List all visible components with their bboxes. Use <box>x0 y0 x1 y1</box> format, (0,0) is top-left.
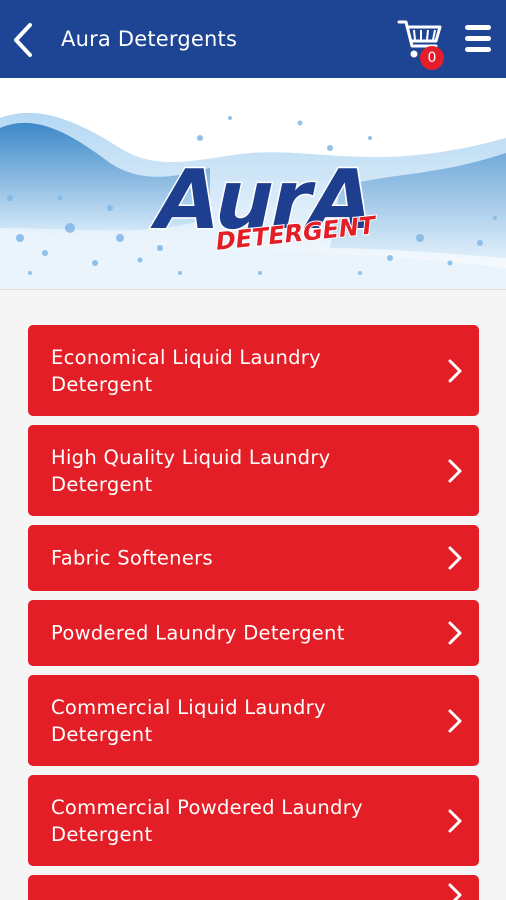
category-button-fabric-softeners[interactable]: Fabric Softeners <box>28 525 479 591</box>
chevron-right-icon <box>448 883 462 900</box>
category-button-economical-liquid[interactable]: Economical Liquid Laundry Detergent <box>28 325 479 416</box>
water-splash-banner-image: AurA DETERGENT <box>0 78 506 289</box>
category-label: High Quality Liquid Laundry Detergent <box>51 445 331 496</box>
chevron-right-icon <box>448 359 462 382</box>
category-button-powdered[interactable]: Powdered Laundry Detergent <box>28 600 479 666</box>
back-button[interactable] <box>6 20 40 60</box>
chevron-right-icon <box>448 459 462 482</box>
category-label: Economical Liquid Laundry Detergent <box>51 345 321 396</box>
category-label: Commercial Liquid Laundry Detergent <box>51 695 326 746</box>
category-button-commercial-powdered[interactable]: Commercial Powdered Laundry Detergent <box>28 775 479 866</box>
category-button-partial[interactable] <box>28 875 479 900</box>
chevron-right-icon <box>448 546 462 570</box>
category-button-commercial-liquid[interactable]: Commercial Liquid Laundry Detergent <box>28 675 479 766</box>
menu-button[interactable] <box>463 22 495 56</box>
category-label: Fabric Softeners <box>51 546 213 570</box>
chevron-right-icon <box>448 709 462 732</box>
category-label: Commercial Powdered Laundry Detergent <box>51 795 363 846</box>
chevron-right-icon <box>448 809 462 832</box>
page-title: Aura Detergents <box>61 27 238 51</box>
category-button-high-quality-liquid[interactable]: High Quality Liquid Laundry Detergent <box>28 425 479 516</box>
cart-count-badge: 0 <box>420 46 444 70</box>
chevron-left-icon <box>14 23 32 57</box>
brand-banner: AurA DETERGENT <box>0 78 506 290</box>
category-label: Powdered Laundry Detergent <box>51 621 345 645</box>
cart-button[interactable]: 0 <box>396 16 448 70</box>
app-header: Aura Detergents 0 <box>0 0 506 78</box>
chevron-right-icon <box>448 621 462 645</box>
hamburger-menu-icon <box>465 25 491 52</box>
